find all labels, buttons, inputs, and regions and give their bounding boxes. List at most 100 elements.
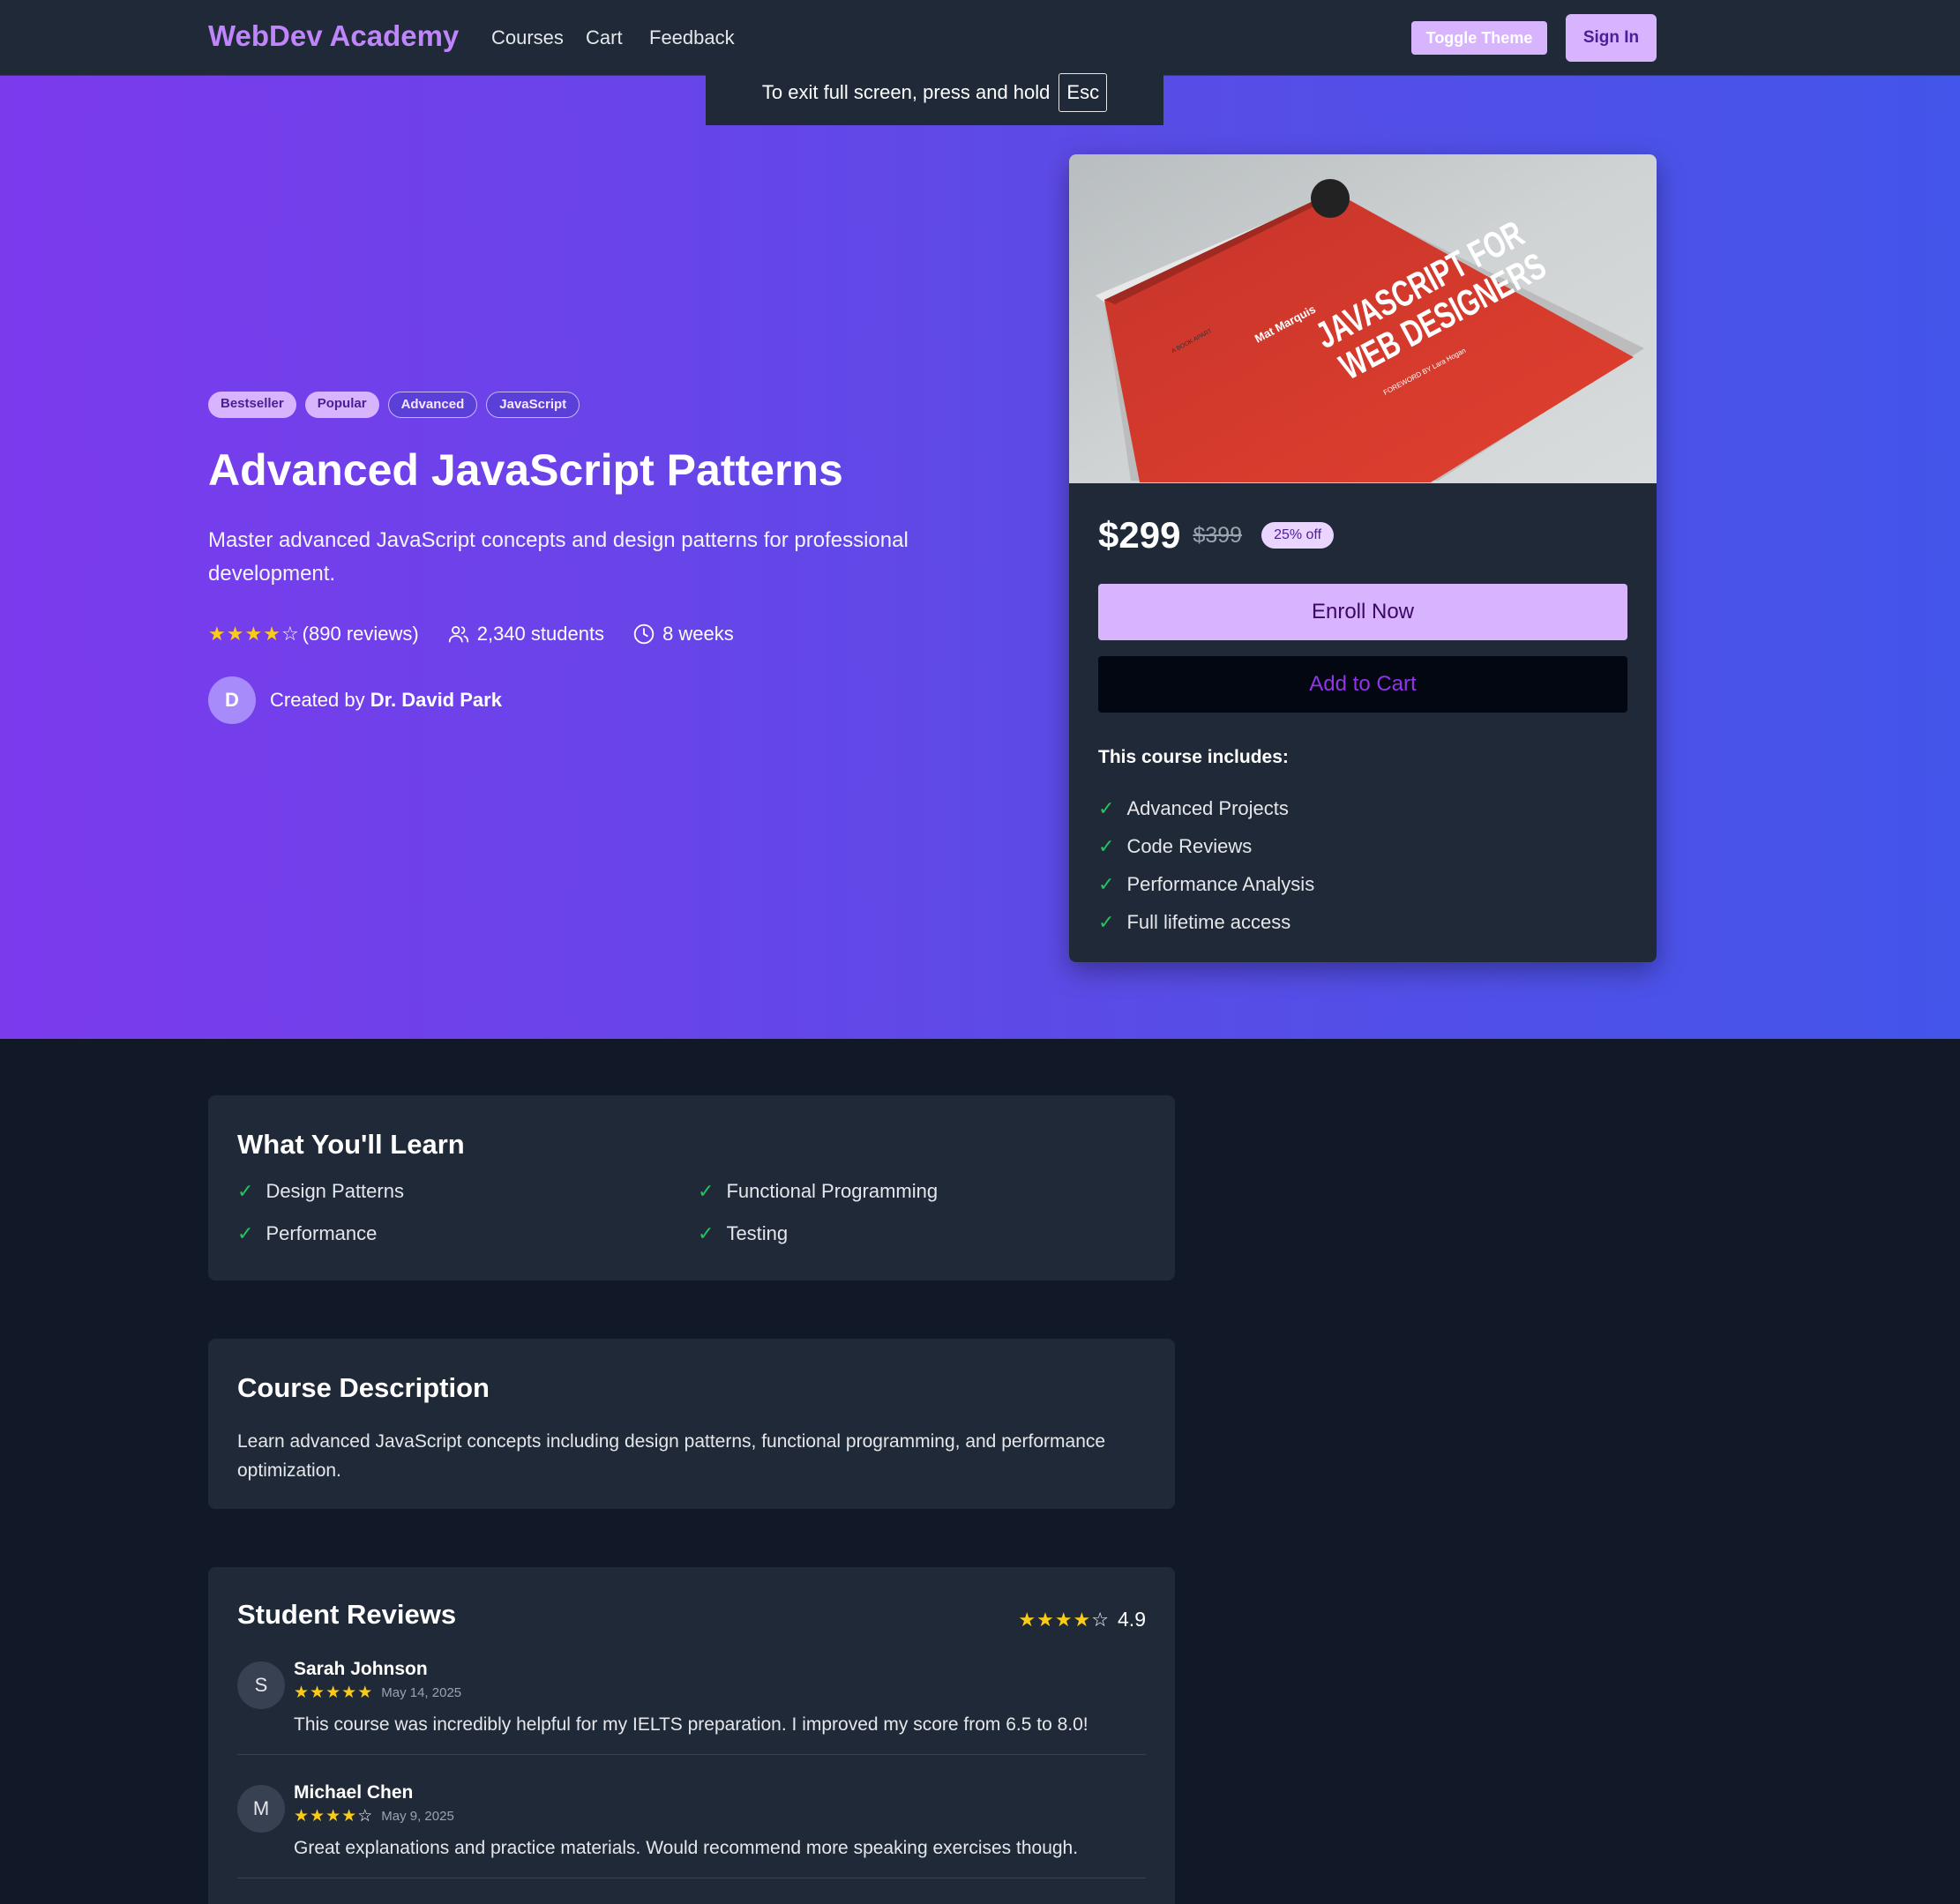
course-hero: Bestseller Popular Advanced JavaScript A… [0, 76, 1960, 1039]
rating-stars: ★ ★ ★ ★ ☆ [208, 624, 299, 644]
average-rating-stars: ★ ★ ★ ★ ☆ [1018, 1608, 1110, 1631]
review-count: (890 reviews) [302, 623, 419, 645]
star-icon: ★ [1036, 1608, 1054, 1631]
course-meta: ★ ★ ★ ★ ☆ (890 reviews) 2,340 students 8… [208, 619, 734, 649]
include-label: Performance Analysis [1126, 872, 1315, 895]
star-icon: ★ [310, 1807, 325, 1826]
sign-in-button[interactable]: Sign In [1566, 14, 1657, 62]
review-date: May 9, 2025 [381, 1809, 454, 1824]
nav-link-courses[interactable]: Courses [491, 26, 564, 49]
course-creator: D Created by Dr. David Park [208, 676, 502, 725]
learn-label: Performance [266, 1222, 378, 1244]
nav-link-feedback[interactable]: Feedback [649, 26, 735, 49]
reviews-title: Student Reviews [237, 1599, 457, 1630]
users-icon [448, 626, 468, 643]
star-icon: ★ [310, 1684, 325, 1702]
tag-bestseller: Bestseller [208, 392, 296, 418]
reviewer-name: Sarah Johnson [294, 1659, 428, 1679]
duration-item: 8 weeks [632, 623, 734, 646]
include-label: Advanced Projects [1126, 796, 1289, 819]
student-count-item: 2,340 students [447, 623, 604, 646]
creator-name[interactable]: Dr. David Park [370, 689, 502, 711]
list-item: ✓ Code Reviews [1098, 827, 1314, 865]
review-text: This course was incredibly helpful for m… [294, 1714, 1088, 1735]
created-by-label: Created by [270, 689, 365, 711]
course-title: Advanced JavaScript Patterns [208, 445, 843, 495]
tag-advanced: Advanced [387, 392, 478, 418]
star-icon: ★ [341, 1807, 357, 1826]
star-icon: ★ [357, 1684, 373, 1702]
clock-icon [633, 623, 655, 645]
learn-item: ✓ Performance [237, 1222, 377, 1245]
discount-badge: 25% off [1261, 522, 1335, 549]
average-rating-value: 4.9 [1118, 1608, 1146, 1631]
star-outline-icon: ☆ [357, 1807, 373, 1826]
star-icon: ★ [1073, 1608, 1091, 1631]
reviews-section: Student Reviews ★ ★ ★ ★ ☆ 4.9 S Sarah Jo… [208, 1567, 1175, 1904]
check-icon: ✓ [1098, 910, 1115, 933]
check-icon: ✓ [1098, 796, 1115, 819]
includes-list: ✓ Advanced Projects ✓ Code Reviews ✓ Perfor… [1098, 789, 1314, 941]
learn-title: What You'll Learn [237, 1129, 465, 1160]
tag-popular: Popular [304, 392, 379, 418]
includes-title: This course includes: [1098, 747, 1289, 767]
reviewer-avatar: M [237, 1785, 285, 1833]
tag-javascript: JavaScript [486, 392, 580, 418]
course-tags: Bestseller Popular Advanced JavaScript [208, 392, 580, 418]
toggle-theme-button[interactable]: Toggle Theme [1411, 21, 1547, 55]
course-purchase-card: Mat Marquis JAVASCRIPT FOR WEB DESIGNERS… [1069, 154, 1657, 962]
include-label: Full lifetime access [1126, 910, 1291, 933]
nav-link-cart[interactable]: Cart [586, 26, 623, 49]
review-stars: ★ ★ ★ ★ ☆ [294, 1808, 372, 1825]
learn-item: ✓ Functional Programming [698, 1180, 938, 1203]
star-outline-icon: ☆ [1091, 1608, 1110, 1631]
star-icon: ★ [294, 1807, 310, 1826]
brand-logo[interactable]: WebDev Academy [208, 19, 459, 53]
star-icon: ★ [325, 1684, 341, 1702]
description-section: Course Description Learn advanced JavaSc… [208, 1339, 1175, 1509]
learn-label: Design Patterns [266, 1180, 404, 1202]
check-icon: ✓ [1098, 872, 1115, 895]
include-label: Code Reviews [1126, 834, 1253, 857]
review-stars: ★ ★ ★ ★ ★ [294, 1684, 372, 1701]
check-icon: ✓ [698, 1222, 714, 1244]
review-meta: ★ ★ ★ ★ ★ May 14, 2025 [294, 1684, 461, 1701]
creator-line: Created by Dr. David Park [270, 689, 502, 712]
list-item: ✓ Full lifetime access [1098, 903, 1314, 941]
review-text: Great explanations and practice material… [294, 1838, 1079, 1858]
star-icon: ★ [294, 1684, 310, 1702]
star-icon: ★ [226, 623, 244, 645]
fullscreen-exit-toast: To exit full screen, press and hold Esc [706, 59, 1163, 125]
check-icon: ✓ [698, 1180, 714, 1202]
review-meta: ★ ★ ★ ★ ☆ May 9, 2025 [294, 1808, 454, 1825]
learn-label: Testing [726, 1222, 789, 1244]
reviewer-avatar: S [237, 1661, 285, 1709]
check-icon: ✓ [1098, 834, 1115, 857]
course-cover-image: Mat Marquis JAVASCRIPT FOR WEB DESIGNERS… [1069, 154, 1657, 483]
description-title: Course Description [237, 1372, 490, 1403]
description-text: Learn advanced JavaScript concepts inclu… [237, 1431, 1106, 1481]
esc-key-hint: Esc [1059, 72, 1108, 112]
reviewer-name: Michael Chen [294, 1782, 414, 1803]
star-icon: ★ [263, 623, 281, 645]
star-icon: ★ [1018, 1608, 1036, 1631]
check-icon: ✓ [237, 1222, 254, 1244]
learn-label: Functional Programming [726, 1180, 939, 1202]
list-item: ✓ Performance Analysis [1098, 865, 1314, 903]
original-price: $399 [1193, 522, 1243, 548]
fullscreen-toast-message: To exit full screen, press and hold [761, 80, 1051, 103]
star-icon: ★ [325, 1807, 341, 1826]
star-icon: ★ [341, 1684, 357, 1702]
enroll-now-button[interactable]: Enroll Now [1098, 584, 1627, 640]
creator-avatar: D [208, 676, 256, 724]
star-icon: ★ [1054, 1608, 1073, 1631]
review-item: M Michael Chen ★ ★ ★ ★ ☆ May 9, 2025 Gre… [237, 1782, 1146, 1878]
student-count: 2,340 students [476, 623, 605, 645]
course-subtitle: Master advanced JavaScript concepts and … [208, 528, 909, 586]
check-icon: ✓ [237, 1180, 254, 1202]
review-item: S Sarah Johnson ★ ★ ★ ★ ★ May 14, 2025 T… [237, 1659, 1146, 1755]
add-to-cart-button[interactable]: Add to Cart [1098, 656, 1627, 713]
star-icon: ★ [208, 623, 226, 645]
star-icon: ★ [244, 623, 263, 645]
list-item: ✓ Advanced Projects [1098, 789, 1314, 827]
